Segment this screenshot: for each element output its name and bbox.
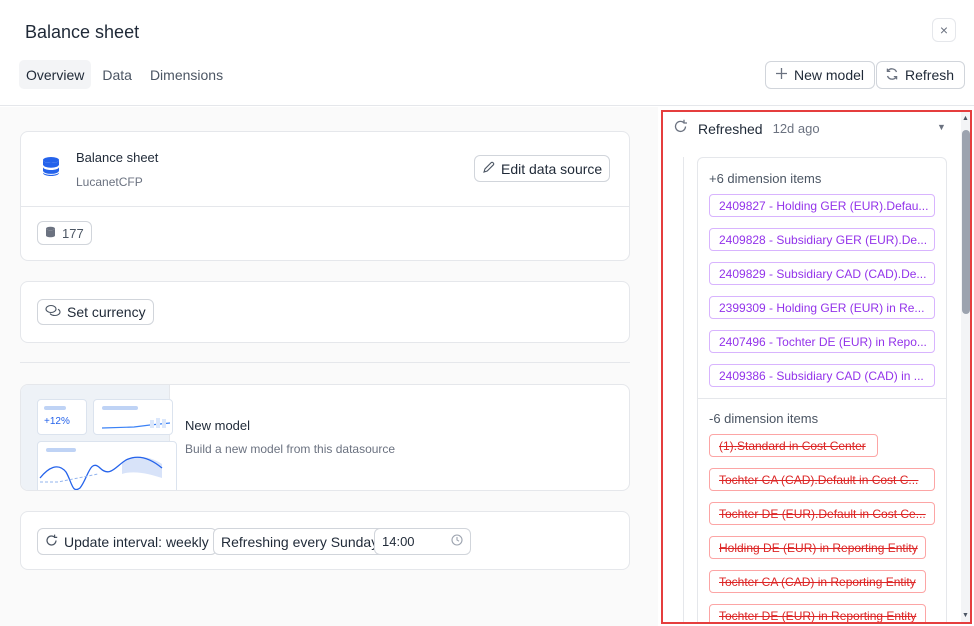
- time-input[interactable]: 14:00: [374, 528, 471, 555]
- update-interval-select[interactable]: Update interval: weekly: [37, 528, 217, 555]
- added-items-label: +6 dimension items: [709, 171, 822, 186]
- mini-wave-chart: [39, 456, 163, 490]
- history-entry-header[interactable]: Refreshed 12d ago: [673, 119, 820, 138]
- removed-item[interactable]: Tochter CA (CAD) in Reporting Entity: [709, 570, 926, 593]
- added-item[interactable]: 2399309 - Holding GER (EUR) in Re...: [709, 296, 935, 319]
- history-changes-box: +6 dimension items 2409827 - Holding GER…: [697, 157, 947, 622]
- update-interval-label: Update interval: weekly: [64, 533, 209, 550]
- mini-line-chart: [101, 418, 171, 429]
- clock-icon: [451, 534, 463, 549]
- source-provider: LucanetCFP: [76, 175, 143, 189]
- overview-panel: Balance sheet LucanetCFP Edit data sourc…: [0, 107, 658, 626]
- refresh-history-panel: Refreshed 12d ago ▼ +6 dimension items 2…: [661, 110, 972, 624]
- page-title: Balance sheet: [25, 22, 140, 42]
- database-icon: [41, 156, 61, 183]
- data-source-card: Balance sheet LucanetCFP Edit data sourc…: [20, 131, 630, 261]
- added-item[interactable]: 2409386 - Subsidiary CAD (CAD) in ...: [709, 364, 935, 387]
- removed-items-label: -6 dimension items: [709, 411, 819, 426]
- close-icon: ×: [939, 22, 949, 38]
- tab-bar: Overview Data Dimensions: [19, 60, 230, 89]
- plus-icon: [774, 67, 788, 83]
- time-value: 14:00: [382, 534, 415, 549]
- tab-dimensions[interactable]: Dimensions: [143, 60, 230, 89]
- scroll-down-icon[interactable]: ▼: [962, 612, 969, 619]
- card-divider: [21, 206, 629, 207]
- model-preview: +12%: [21, 385, 177, 490]
- added-item[interactable]: 2409827 - Holding GER (EUR).Defau...: [709, 194, 935, 217]
- sync-icon: [45, 534, 58, 550]
- database-small-icon: [45, 226, 56, 241]
- tab-data[interactable]: Data: [95, 60, 139, 89]
- source-name: Balance sheet: [76, 150, 159, 165]
- scrollbar-thumb[interactable]: [962, 130, 970, 314]
- preview-line-tile: [93, 399, 173, 435]
- removed-item[interactable]: (1).Standard in Cost Center: [709, 434, 878, 457]
- new-model-title: New model: [185, 418, 251, 433]
- preview-badge: +12%: [44, 416, 70, 427]
- added-item[interactable]: 2409829 - Subsidiary CAD (CAD).De...: [709, 262, 935, 285]
- coins-icon: [45, 304, 61, 320]
- added-item[interactable]: 2407496 - Tochter DE (EUR) in Repo...: [709, 330, 935, 353]
- pencil-icon: [482, 161, 495, 177]
- timeline-line: [683, 157, 684, 622]
- refresh-history-icon: [673, 119, 688, 138]
- preview-kpi-tile: +12%: [37, 399, 87, 435]
- currency-card: Set currency: [20, 281, 630, 343]
- section-divider: [20, 362, 630, 363]
- edit-data-source-button[interactable]: Edit data source: [474, 155, 611, 182]
- scrollbar[interactable]: ▲ ▼: [961, 112, 970, 622]
- removed-item[interactable]: Tochter CA (CAD).Default in Cost C...: [709, 468, 935, 491]
- new-model-button[interactable]: New model: [765, 61, 876, 89]
- record-count: 177: [62, 225, 84, 241]
- added-item[interactable]: 2409828 - Subsidiary GER (EUR).De...: [709, 228, 935, 251]
- refresh-day-select[interactable]: Refreshing every Sunday: [213, 528, 387, 555]
- history-ago: 12d ago: [772, 121, 820, 136]
- schedule-card: Update interval: weekly Refreshing every…: [20, 511, 630, 570]
- changes-divider: [698, 398, 946, 399]
- kpi-tile-bar: [44, 406, 66, 410]
- record-count-badge: 177: [37, 221, 92, 245]
- removed-item[interactable]: Tochter DE (EUR).Default in Cost Ce...: [709, 502, 935, 525]
- set-currency-label: Set currency: [67, 304, 146, 320]
- close-button[interactable]: ×: [932, 18, 956, 42]
- refresh-label: Refresh: [905, 67, 955, 83]
- dialog-header: Balance sheet × Overview Data Dimensions…: [0, 0, 974, 106]
- refresh-icon: [885, 67, 899, 84]
- refresh-day-label: Refreshing every Sunday: [221, 533, 379, 550]
- set-currency-button[interactable]: Set currency: [37, 299, 154, 325]
- edit-data-source-label: Edit data source: [501, 160, 603, 177]
- new-model-card[interactable]: +12% New model Build a new model from th…: [20, 384, 630, 491]
- tab-overview[interactable]: Overview: [19, 60, 92, 89]
- preview-chart-tile: [37, 441, 177, 490]
- refresh-button[interactable]: Refresh: [876, 61, 966, 89]
- scroll-up-icon[interactable]: ▲: [962, 115, 969, 122]
- new-model-description: Build a new model from this datasource: [185, 442, 396, 456]
- new-model-label: New model: [794, 67, 865, 83]
- removed-item[interactable]: Holding DE (EUR) in Reporting Entity: [709, 536, 926, 559]
- removed-item[interactable]: Tochter DE (EUR) in Reporting Entity: [709, 604, 926, 622]
- history-status: Refreshed: [698, 120, 763, 137]
- chevron-down-icon[interactable]: ▼: [937, 122, 946, 132]
